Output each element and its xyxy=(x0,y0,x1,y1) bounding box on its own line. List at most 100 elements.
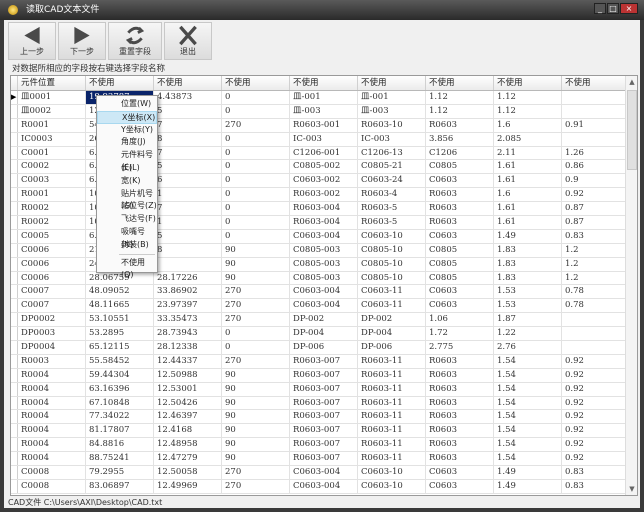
table-row[interactable]: R0004 67.10848 12.50426 90 R0603-007 R0603-11… xyxy=(11,396,630,411)
table-cell[interactable]: 1.54 xyxy=(494,382,562,396)
scroll-up-icon[interactable]: ▲ xyxy=(626,76,637,88)
row-header[interactable] xyxy=(11,216,18,229)
table-cell[interactable]: 12.50058 xyxy=(154,466,222,479)
table-cell[interactable]: C0805-003 xyxy=(290,271,358,285)
table-cell[interactable]: 90 xyxy=(222,368,290,382)
row-header[interactable] xyxy=(11,160,18,174)
vertical-scrollbar[interactable]: ▲ ▼ xyxy=(625,76,637,495)
table-cell[interactable]: 1.54 xyxy=(494,368,562,382)
table-cell[interactable]: 270 xyxy=(222,285,290,299)
table-cell[interactable]: 1.12 xyxy=(426,104,494,118)
table-cell[interactable]: R0603-007 xyxy=(290,396,358,410)
table-cell[interactable]: 0 xyxy=(222,91,290,104)
row-header[interactable] xyxy=(11,382,18,396)
table-cell[interactable]: R0004 xyxy=(18,452,86,466)
table-cell[interactable]: 0 xyxy=(222,174,290,188)
table-cell[interactable]: 1.61 xyxy=(494,174,562,188)
table-cell[interactable]: 1.22 xyxy=(494,327,562,341)
table-cell[interactable]: R0603-11 xyxy=(358,424,426,438)
table-cell[interactable]: DP-002 xyxy=(290,313,358,327)
row-header[interactable]: ▶ xyxy=(11,91,18,104)
table-cell[interactable]: 0.9 xyxy=(562,174,630,188)
table-cell[interactable]: C0603 xyxy=(426,479,494,493)
table-cell[interactable]: R0603-007 xyxy=(290,382,358,396)
table-cell[interactable]: R0603-007 xyxy=(290,438,358,452)
table-cell[interactable]: C0603-004 xyxy=(290,479,358,493)
table-cell[interactable]: 皿-001 xyxy=(290,91,358,104)
table-cell[interactable] xyxy=(562,327,630,341)
table-cell[interactable]: C0603-004 xyxy=(290,285,358,299)
row-header[interactable] xyxy=(11,271,18,285)
table-cell[interactable]: 1.49 xyxy=(494,479,562,493)
table-cell[interactable]: C0007 xyxy=(18,285,86,299)
table-cell[interactable]: 12.46397 xyxy=(154,410,222,424)
table-cell[interactable]: 1.54 xyxy=(494,424,562,438)
maximize-button[interactable]: □ xyxy=(607,3,619,14)
row-header[interactable] xyxy=(11,452,18,466)
menu-item[interactable]: 长(L) xyxy=(97,162,157,175)
table-cell[interactable]: 1.72 xyxy=(426,327,494,341)
table-row[interactable]: C0008 79.2955 12.50058 270 C0603-004 C0603-10… xyxy=(11,466,630,480)
table-cell[interactable]: 53.2895 xyxy=(86,327,154,341)
table-cell[interactable]: 0.92 xyxy=(562,438,630,452)
table-cell[interactable]: C0603-002 xyxy=(290,174,358,188)
table-cell[interactable]: 1 xyxy=(154,188,222,202)
table-row[interactable]: R0003 55.58452 12.44337 270 R0603-007 R0603-1… xyxy=(11,354,630,369)
table-cell[interactable]: C0003 xyxy=(18,174,86,188)
table-cell[interactable]: 270 xyxy=(222,479,290,493)
table-cell[interactable]: C0805-002 xyxy=(290,160,358,174)
table-cell[interactable]: 0 xyxy=(222,341,290,354)
row-header[interactable] xyxy=(11,188,18,202)
menu-item[interactable]: 不使用(Q) xyxy=(97,257,157,280)
table-cell[interactable]: R0603 xyxy=(426,368,494,382)
table-cell[interactable]: 1.2 xyxy=(562,271,630,285)
table-cell[interactable]: R0603-11 xyxy=(358,396,426,410)
table-cell[interactable]: 33.86902 xyxy=(154,285,222,299)
table-cell[interactable]: 1.53 xyxy=(494,299,562,313)
table-cell[interactable]: 59.44304 xyxy=(86,368,154,382)
column-header[interactable]: 不使用 xyxy=(86,76,154,90)
table-cell[interactable]: 5 xyxy=(154,229,222,243)
table-cell[interactable]: C0603-10 xyxy=(358,229,426,243)
table-cell[interactable]: R0603-5 xyxy=(358,216,426,229)
table-cell[interactable]: 皿-003 xyxy=(358,104,426,118)
table-cell[interactable]: C0805-10 xyxy=(358,243,426,257)
table-cell[interactable]: R0603 xyxy=(426,354,494,368)
table-cell[interactable]: C0805 xyxy=(426,243,494,257)
table-cell[interactable]: 1.12 xyxy=(494,91,562,104)
table-cell[interactable]: 0 xyxy=(222,188,290,202)
table-cell[interactable]: 1.2 xyxy=(562,243,630,257)
table-cell[interactable]: R0603 xyxy=(426,410,494,424)
table-cell[interactable]: 0.92 xyxy=(562,410,630,424)
row-header[interactable] xyxy=(11,354,18,368)
table-row[interactable]: R0004 84.8816 12.48958 90 R0603-007 R0603-11 R… xyxy=(11,438,630,453)
table-cell[interactable]: 90 xyxy=(222,396,290,410)
table-cell[interactable]: C1206-001 xyxy=(290,146,358,160)
table-cell[interactable]: C1206 xyxy=(426,146,494,160)
table-row[interactable]: DP0002 53.10551 33.35473 270 DP-002 DP-002 1.0… xyxy=(11,313,630,328)
table-cell[interactable]: 2.11 xyxy=(494,146,562,160)
table-cell[interactable]: 0 xyxy=(222,229,290,243)
row-header[interactable] xyxy=(11,243,18,257)
table-cell[interactable]: 90 xyxy=(222,438,290,452)
table-cell[interactable] xyxy=(562,132,630,146)
table-cell[interactable]: DP-006 xyxy=(358,341,426,354)
table-cell[interactable]: 2.775 xyxy=(426,341,494,354)
row-header[interactable] xyxy=(11,396,18,410)
menu-item[interactable]: 站位号(Z) xyxy=(97,200,157,213)
table-cell[interactable]: DP0004 xyxy=(18,341,86,354)
table-row[interactable]: C0007 48.09052 33.86902 270 C0603-004 C0603-1… xyxy=(11,285,630,300)
table-cell[interactable]: C0805-003 xyxy=(290,257,358,271)
table-cell[interactable]: 0.92 xyxy=(562,396,630,410)
table-cell[interactable]: R0603-10 xyxy=(358,118,426,132)
table-cell[interactable]: 1.87 xyxy=(494,313,562,327)
table-cell[interactable]: C0002 xyxy=(18,160,86,174)
table-cell[interactable]: 0 xyxy=(222,327,290,341)
row-header[interactable] xyxy=(11,257,18,271)
table-cell[interactable]: R0001 xyxy=(18,118,86,132)
table-cell[interactable]: 0 xyxy=(222,132,290,146)
table-cell[interactable]: 0.92 xyxy=(562,188,630,202)
table-cell[interactable]: 12.50426 xyxy=(154,396,222,410)
table-cell[interactable]: 皿0001 xyxy=(18,91,86,104)
scroll-down-icon[interactable]: ▼ xyxy=(626,483,637,495)
